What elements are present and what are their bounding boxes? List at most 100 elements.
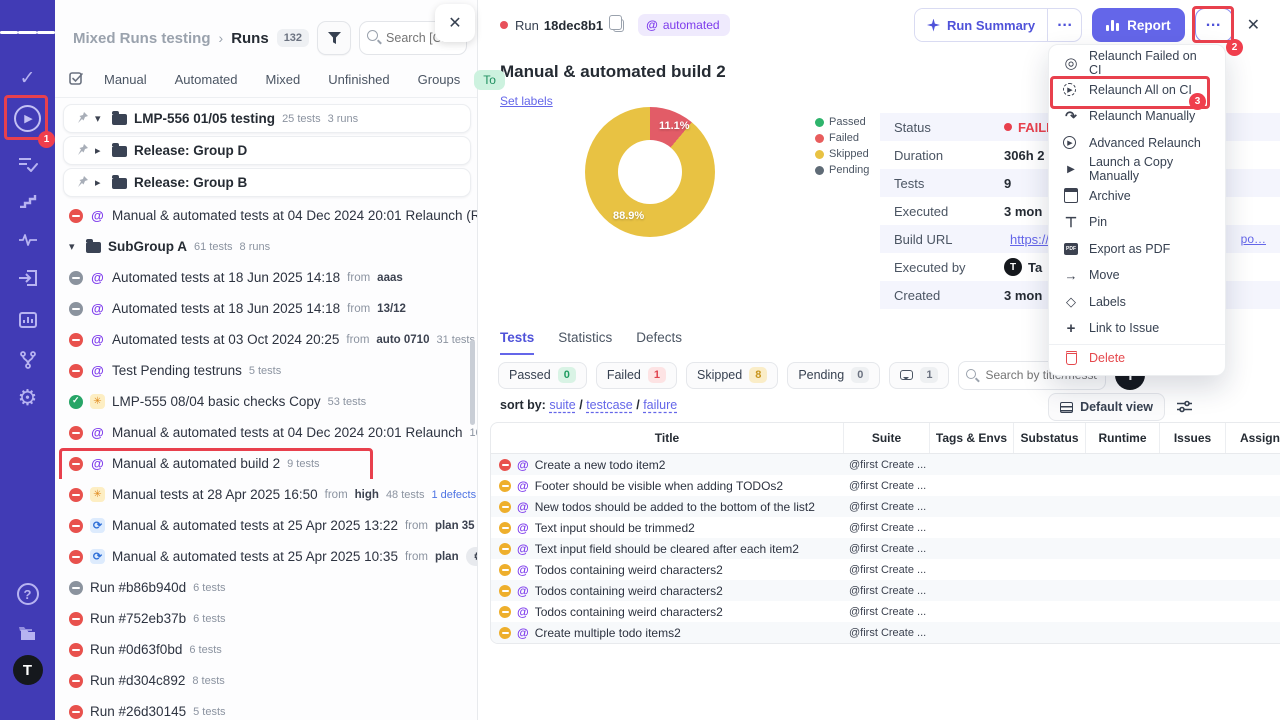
col-substatus[interactable]: Substatus: [1013, 423, 1085, 453]
chevron-icon[interactable]: [95, 144, 105, 157]
run-list-item[interactable]: Run #d304c892 8 tests: [55, 665, 477, 696]
run-list-item[interactable]: Manual tests at 28 Apr 2025 16:50 from h…: [55, 479, 477, 510]
sort-failure-link[interactable]: failure: [643, 398, 677, 412]
dropdown-menu-item[interactable]: Delete: [1049, 343, 1225, 371]
scrollbar-thumb[interactable]: [470, 340, 475, 425]
table-row[interactable]: @ Footer should be visible when adding T…: [491, 475, 1280, 496]
runs-play-icon[interactable]: ▶: [0, 100, 55, 136]
steps-icon[interactable]: [0, 183, 55, 219]
table-row[interactable]: @ Todos containing weird characters2 @fi…: [491, 580, 1280, 601]
pulse-icon[interactable]: [0, 222, 55, 258]
test-plans-icon[interactable]: [0, 146, 55, 182]
dropdown-menu-item[interactable]: Relaunch All on CI 3: [1049, 75, 1225, 110]
sign-in-icon[interactable]: [0, 260, 55, 296]
column-settings-icon[interactable]: [1177, 400, 1192, 418]
table-row[interactable]: @ Create multiple todo items2 @first Cre…: [491, 622, 1280, 643]
run-list-item[interactable]: Automated tests at 18 Jun 2025 14:18 fro…: [55, 293, 477, 324]
dropdown-menu-item[interactable]: Pin: [1049, 209, 1225, 236]
sort-testcase-link[interactable]: testcase: [586, 398, 633, 412]
run-list-item[interactable]: Run #752eb37b 6 tests: [55, 603, 477, 634]
status-filter-chip[interactable]: Failed 1: [595, 361, 677, 389]
pin-icon[interactable]: [78, 175, 88, 190]
run-list-item[interactable]: LMP-556 01/05 testing 25 tests 3 runs: [63, 104, 471, 133]
run-list-item[interactable]: Release: Group B: [63, 168, 471, 197]
dropdown-menu-item[interactable]: Launch a Copy Manually: [1049, 155, 1225, 183]
projects-icon[interactable]: [0, 616, 55, 652]
table-row[interactable]: @ Todos containing weird characters2 @fi…: [491, 601, 1280, 622]
table-row[interactable]: @ Text input should be trimmed2 @first C…: [491, 517, 1280, 538]
status-filter-chip[interactable]: Pending 0: [787, 361, 881, 389]
help-icon[interactable]: ?: [0, 576, 55, 612]
col-issues[interactable]: Issues: [1159, 423, 1225, 453]
run-list-item[interactable]: Manual & automated build 2 9 tests: [55, 448, 477, 479]
pin-icon[interactable]: [78, 111, 88, 126]
build-url-overflow-link[interactable]: po…: [1241, 232, 1266, 246]
today-filter-pill[interactable]: To: [474, 69, 505, 90]
runs-filter-tab[interactable]: Manual: [90, 72, 161, 87]
detail-tab[interactable]: Tests: [500, 330, 535, 355]
run-list-item[interactable]: Test Pending testruns 5 tests: [55, 355, 477, 386]
checks-icon[interactable]: ✓: [0, 60, 55, 96]
runs-filter-tab[interactable]: Mixed: [252, 72, 315, 87]
user-avatar[interactable]: T: [0, 652, 55, 688]
run-list-item[interactable]: Run #b86b940d 6 tests: [55, 572, 477, 603]
legend-item[interactable]: Skipped: [815, 148, 869, 160]
status-filter-chip[interactable]: Passed 0: [498, 361, 587, 389]
col-tags-envs[interactable]: Tags & Envs: [929, 423, 1013, 453]
chevron-icon[interactable]: [69, 240, 79, 253]
runs-filter-tab[interactable]: Unfinished: [314, 72, 403, 87]
table-row[interactable]: @ Todos containing weird characters2 @fi…: [491, 559, 1280, 580]
run-list-item[interactable]: Manual & automated tests at 04 Dec 2024 …: [55, 417, 477, 448]
chevron-icon[interactable]: [95, 176, 105, 189]
run-list-item[interactable]: Run #0d63f0bd 6 tests: [55, 634, 477, 665]
run-list-item[interactable]: Release: Group D: [63, 136, 471, 165]
run-list-item[interactable]: Manual & automated tests at 04 Dec 2024 …: [55, 200, 477, 231]
filter-funnel-button[interactable]: [317, 21, 352, 55]
defects-link[interactable]: 1 defects: [431, 489, 476, 501]
run-list-item[interactable]: Manual & automated tests at 25 Apr 2025 …: [55, 510, 477, 541]
runs-filter-tab[interactable]: Automated: [161, 72, 252, 87]
table-row[interactable]: @ Text input field should be cleared aft…: [491, 538, 1280, 559]
dropdown-menu-item[interactable]: Relaunch Failed on CI: [1049, 49, 1225, 77]
run-list-item[interactable]: Run #26d30145 5 tests: [55, 696, 477, 720]
table-row[interactable]: @ New todos should be added to the botto…: [491, 496, 1280, 517]
run-list-item[interactable]: Automated tests at 03 Oct 2024 20:25 fro…: [55, 324, 477, 355]
panel-close-button[interactable]: ✕: [435, 4, 475, 42]
close-icon[interactable]: ✕: [1243, 15, 1264, 35]
runs-filter-tab[interactable]: Groups: [404, 72, 475, 87]
run-actions-more-button[interactable]: …: [1194, 8, 1233, 42]
breadcrumb-project[interactable]: Mixed Runs testing: [73, 30, 211, 47]
analytics-icon[interactable]: [0, 302, 55, 338]
run-summary-button[interactable]: Run Summary: [914, 9, 1048, 41]
col-suite[interactable]: Suite: [843, 423, 929, 453]
dropdown-menu-item[interactable]: Advanced Relaunch: [1049, 130, 1225, 157]
status-filter-chip[interactable]: Skipped 8: [686, 361, 779, 389]
legend-item[interactable]: Passed: [815, 116, 869, 128]
breadcrumb-section[interactable]: Runs: [231, 30, 269, 47]
detail-tab[interactable]: Statistics: [558, 330, 612, 355]
dropdown-menu-item[interactable]: Labels: [1049, 289, 1225, 316]
run-list-item[interactable]: Automated tests at 18 Jun 2025 14:18 fro…: [55, 262, 477, 293]
settings-gear-icon[interactable]: ⚙: [0, 380, 55, 416]
dropdown-menu-item[interactable]: Move: [1049, 262, 1225, 289]
table-row[interactable]: @ Create a new todo item2 @first Create …: [491, 454, 1280, 475]
menu-icon[interactable]: [0, 14, 55, 50]
report-button[interactable]: Report: [1092, 8, 1185, 42]
col-runtime[interactable]: Runtime: [1085, 423, 1159, 453]
dropdown-menu-item[interactable]: Export as PDF: [1049, 236, 1225, 263]
col-title[interactable]: Title: [491, 423, 843, 453]
copy-icon[interactable]: [609, 14, 625, 32]
detail-tab[interactable]: Defects: [636, 330, 682, 355]
branch-icon[interactable]: [0, 342, 55, 378]
sort-suite-link[interactable]: suite: [549, 398, 575, 412]
run-list-item[interactable]: SubGroup A 61 tests 8 runs: [55, 231, 477, 262]
run-summary-more-button[interactable]: …: [1047, 9, 1081, 41]
pin-icon[interactable]: [78, 143, 88, 158]
col-assigned-to[interactable]: Assigned To: [1225, 423, 1280, 453]
chevron-icon[interactable]: [95, 112, 105, 125]
run-list-item[interactable]: LMP-555 08/04 basic checks Copy 53 tests: [55, 386, 477, 417]
comments-filter-chip[interactable]: 1: [889, 361, 950, 389]
legend-item[interactable]: Pending: [815, 164, 869, 176]
legend-item[interactable]: Failed: [815, 132, 869, 144]
select-all-icon[interactable]: [69, 71, 84, 89]
